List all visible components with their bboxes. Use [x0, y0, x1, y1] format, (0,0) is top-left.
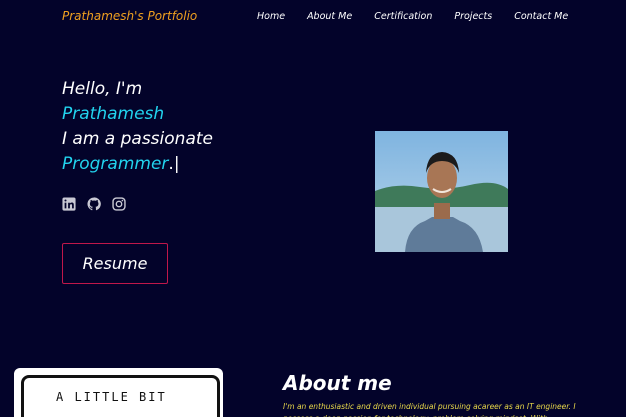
hero-role: Programmer: [62, 154, 169, 174]
social-links: [62, 197, 126, 211]
about-illustration: A LITTLE BIT: [14, 368, 223, 417]
hero-greeting: Hello, I'm: [62, 79, 143, 99]
hero-name: Prathamesh: [62, 104, 165, 124]
nav-link-contact[interactable]: Contact Me: [514, 11, 568, 22]
main-nav: Home About Me Certification Projects Con…: [257, 11, 590, 22]
hero-intro: Hello, I'm Prathamesh I am a passionate …: [62, 77, 213, 177]
nav-link-home[interactable]: Home: [257, 11, 285, 22]
resume-button[interactable]: Resume: [62, 243, 168, 284]
about-heading: About me: [283, 371, 392, 395]
illustration-text: A LITTLE BIT: [56, 390, 167, 404]
brand-logo[interactable]: Prathamesh's Portfolio: [62, 9, 197, 23]
github-icon[interactable]: [87, 197, 101, 211]
instagram-icon[interactable]: [112, 197, 126, 211]
nav-link-certification[interactable]: Certification: [374, 11, 432, 22]
hero-tagline: I am a passionate: [62, 129, 213, 149]
nav-link-about[interactable]: About Me: [307, 11, 352, 22]
profile-photo: [375, 131, 508, 252]
about-paragraph: I'm an enthusiastic and driven individua…: [283, 402, 576, 417]
typing-cursor: .|: [168, 154, 180, 174]
nav-link-projects[interactable]: Projects: [454, 11, 492, 22]
linkedin-icon[interactable]: [62, 197, 76, 211]
